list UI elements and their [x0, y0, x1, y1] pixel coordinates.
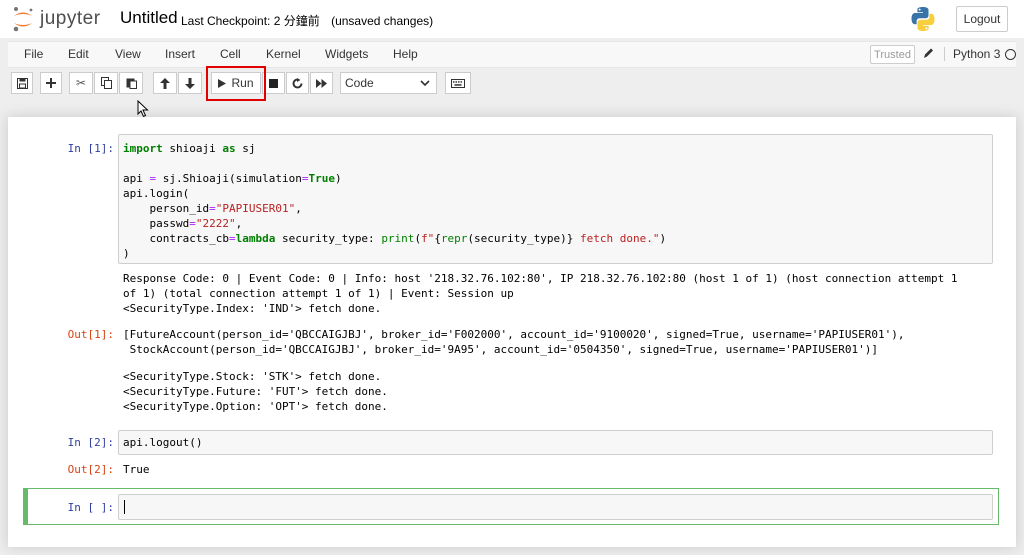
python-icon [911, 7, 935, 31]
header: jupyter Untitled Last Checkpoint: 2 分鐘前 … [0, 0, 1024, 38]
checkpoint-text: Last Checkpoint: 2 分鐘前 [181, 14, 320, 28]
plus-icon [46, 78, 56, 88]
jupyter-logo-icon [13, 7, 33, 32]
save-icon [16, 77, 28, 89]
cell-type-select[interactable]: Code [340, 72, 437, 94]
cut-button[interactable]: ✂ [69, 72, 93, 94]
menubar: File Edit View Insert Cell Kernel Widget… [8, 41, 1016, 68]
result-line: True [123, 463, 150, 476]
stdout-line: <SecurityType.Option: 'OPT'> fetch done. [123, 400, 388, 413]
play-icon [218, 78, 227, 88]
trusted-indicator[interactable]: Trusted [870, 45, 915, 64]
menu-file[interactable]: File [24, 47, 43, 61]
stdout-line: <SecurityType.Stock: 'STK'> fetch done. [123, 370, 382, 383]
code-cell-input-active[interactable] [118, 494, 993, 520]
jupyter-logo[interactable]: jupyter [12, 6, 101, 32]
restart-run-all-button[interactable] [310, 72, 333, 94]
paste-icon [126, 78, 137, 89]
code-cell-input[interactable]: import shioaji as sj api = sj.Shioaji(si… [118, 134, 993, 264]
code-line: person_id="PAPIUSER01", [123, 202, 302, 215]
unsaved-indicator: (unsaved changes) [331, 14, 434, 28]
code-line: api.login( [123, 187, 190, 200]
code-line: ) [123, 247, 130, 260]
command-palette-button[interactable] [445, 72, 471, 94]
result-line: [FutureAccount(person_id='QBCCAIGJBJ', b… [123, 328, 905, 341]
move-down-button[interactable] [178, 72, 202, 94]
menu-insert[interactable]: Insert [165, 47, 195, 61]
checkpoint-status: Last Checkpoint: 2 分鐘前 (unsaved changes) [181, 12, 433, 29]
notebook-title[interactable]: Untitled [120, 8, 178, 28]
copy-icon [100, 77, 112, 89]
save-button[interactable] [11, 72, 33, 94]
stdout-line: Response Code: 0 | Event Code: 0 | Info:… [123, 272, 958, 285]
menu-edit[interactable]: Edit [68, 47, 89, 61]
arrow-up-icon [160, 77, 170, 89]
fast-forward-icon [316, 78, 327, 88]
menu-help[interactable]: Help [393, 47, 418, 61]
keyboard-icon [451, 78, 465, 88]
menu-view[interactable]: View [115, 47, 141, 61]
menu-kernel[interactable]: Kernel [266, 47, 301, 61]
stop-icon [269, 78, 278, 88]
result-line: StockAccount(person_id='QBCCAIGJBJ', bro… [123, 343, 878, 356]
scissors-icon: ✂ [75, 76, 87, 90]
copy-button[interactable] [94, 72, 118, 94]
restart-icon [292, 77, 303, 88]
cell-type-value: Code [345, 76, 374, 90]
code-cell-input[interactable]: api.logout() [118, 430, 993, 455]
kernel-idle-icon [1005, 49, 1016, 60]
restart-button[interactable] [286, 72, 309, 94]
stdout-line: of 1) (total connection attempt 1 of 1) … [123, 287, 514, 300]
move-up-button[interactable] [153, 72, 177, 94]
output-prompt: Out[2]: [67, 463, 114, 476]
code-line: import shioaji as sj [123, 142, 256, 155]
input-prompt: In [2]: [67, 436, 114, 449]
mouse-cursor-icon [137, 100, 149, 118]
stdout-line: <SecurityType.Index: 'IND'> fetch done. [123, 302, 382, 315]
code-line: contracts_cb=lambda security_type: print… [123, 232, 667, 245]
logout-button[interactable]: Logout [956, 6, 1008, 32]
kernel-name[interactable]: Python 3 [944, 47, 1000, 61]
paste-button[interactable] [119, 72, 143, 94]
interrupt-button[interactable] [262, 72, 285, 94]
chevron-down-icon [420, 80, 430, 87]
code-line: passwd="2222", [123, 217, 243, 230]
text-caret [124, 500, 125, 514]
stdout-line: <SecurityType.Future: 'FUT'> fetch done. [123, 385, 388, 398]
input-prompt: In [ ]: [67, 501, 114, 514]
code-line: api.logout() [123, 436, 203, 449]
logo-text: jupyter [40, 8, 101, 29]
python-logo [910, 6, 936, 37]
run-label: Run [231, 76, 254, 90]
toolbar: ✂ Run Code [8, 70, 1016, 98]
code-line: api = sj.Shioaji(simulation=True) [123, 172, 342, 185]
insert-cell-button[interactable] [40, 72, 62, 94]
arrow-down-icon [185, 77, 195, 89]
output-prompt: Out[1]: [67, 328, 114, 341]
menu-cell[interactable]: Cell [220, 47, 241, 61]
input-prompt: In [1]: [67, 142, 114, 155]
pencil-icon[interactable] [923, 47, 934, 62]
menu-widgets[interactable]: Widgets [325, 47, 368, 61]
run-button[interactable]: Run [211, 72, 261, 94]
